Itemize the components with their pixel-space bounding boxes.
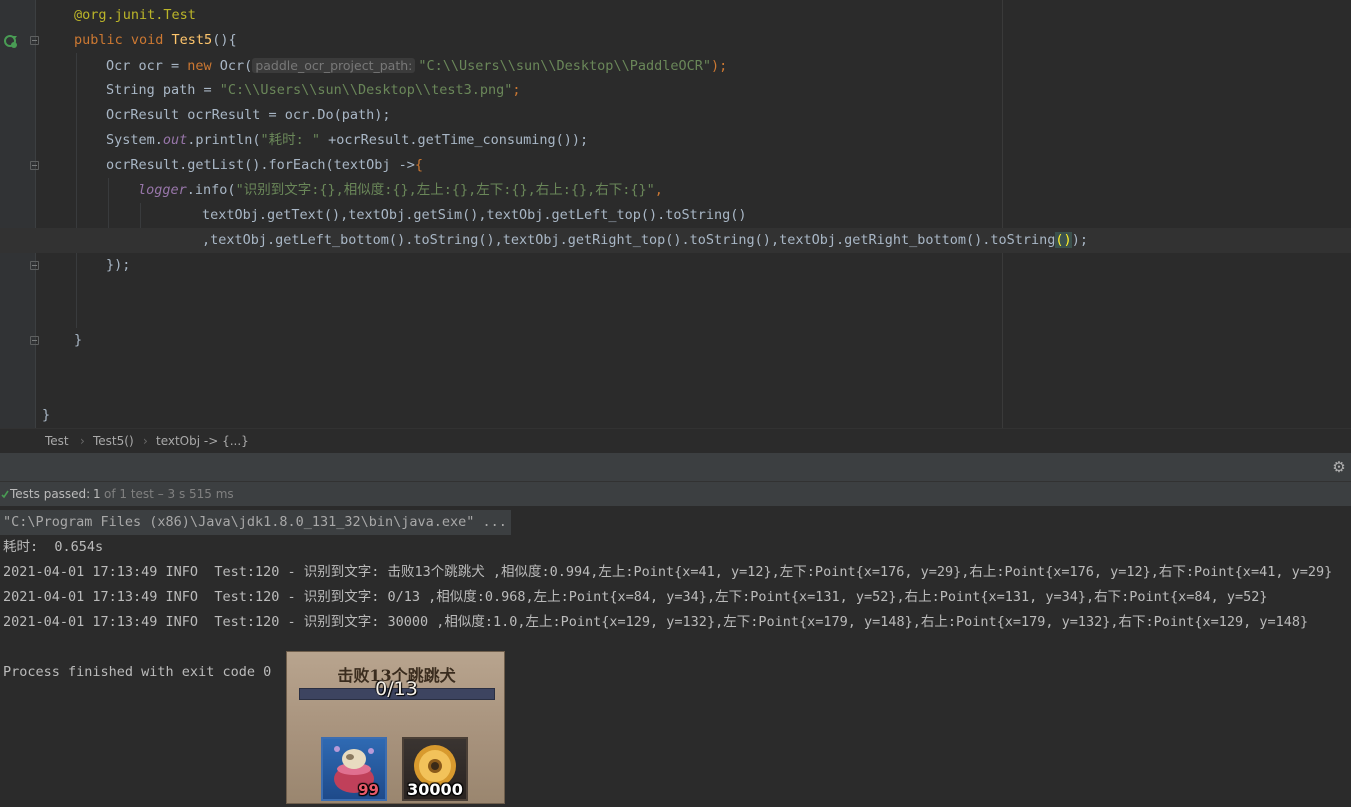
test-status-bar: Tests passed: 1 of 1 test – 3 s 515 ms (0, 481, 1351, 507)
code-line-4: String path = "C:\\Users\\sun\\Desktop\\… (0, 78, 1351, 103)
annotation: @org.junit.Test (74, 7, 196, 23)
code-text: (){ (212, 32, 237, 48)
code-text: ; (512, 82, 521, 98)
exit-line: Process finished with exit code 0 (3, 664, 272, 680)
check-icon (1, 490, 9, 499)
breadcrumb-separator: › (143, 434, 148, 448)
code-text: +ocrResult.getTime_consuming()); (319, 132, 589, 148)
breadcrumb-separator: › (80, 434, 85, 448)
time-output: 耗时: 0.654s (3, 539, 104, 555)
code-text: }); (106, 257, 131, 273)
code-line-2: public void Test5(){ (0, 28, 1351, 53)
command-line[interactable]: "C:\Program Files (x86)\Java\jdk1.8.0_13… (0, 510, 511, 535)
static-field: out (162, 132, 188, 148)
code-line-9: textObj.getText(),textObj.getSim(),textO… (0, 203, 1351, 228)
run-panel-header: ⚙ (0, 453, 1351, 481)
log-line: 2021-04-01 17:13:49 INFO Test:120 - 识别到文… (3, 589, 1268, 605)
breadcrumb-item-lambda[interactable]: textObj -> {...} (156, 429, 249, 453)
game-screenshot-image: 击败13个跳跳犬 0/13 99 30000 (286, 651, 505, 804)
reward-slot-item: 99 (321, 737, 387, 801)
code-text: .println( (187, 132, 261, 148)
tests-passed-label: Tests passed: (10, 487, 91, 501)
logger-field: logger (138, 182, 187, 198)
code-text: textObj.getText(),textObj.getSim(),textO… (202, 207, 747, 223)
string-literal: "C:\\Users\\sun\\Desktop\\test3.png" (219, 82, 513, 98)
string-literal: "耗时: " (260, 132, 320, 148)
breadcrumb-item-class[interactable]: Test (45, 429, 69, 453)
code-text: Ocr ocr = (106, 58, 188, 74)
code-line-1: @org.junit.Test (0, 3, 1351, 28)
code-text: ,textObj.getLeft_bottom().toString(),tex… (202, 232, 1056, 248)
code-text: ); (710, 58, 728, 74)
breadcrumb-item-method[interactable]: Test5() (93, 429, 134, 453)
tests-passed-count: 1 (93, 487, 101, 501)
code-text: ocrResult.getList().forEach(textObj -> (106, 157, 415, 173)
keyword: new (187, 58, 212, 74)
code-line-5: OcrResult ocrResult = ocr.Do(path); (0, 103, 1351, 128)
game-progress-text: 0/13 (375, 678, 418, 700)
gear-icon[interactable]: ⚙ (1331, 459, 1347, 475)
code-text: { (414, 157, 423, 173)
reward-slot-coins: 30000 (402, 737, 468, 801)
code-line-7: ocrResult.getList().forEach(textObj ->{ (0, 153, 1351, 178)
code-line-8: logger.info("识别到文字:{},相似度:{},左上:{},左下:{}… (0, 178, 1351, 203)
code-line-11: }); (0, 253, 1351, 278)
keyword: public void (74, 32, 172, 48)
slot-quantity: 99 (358, 781, 379, 799)
code-text: } (74, 332, 83, 348)
code-text: OcrResult ocrResult = ocr.Do(path); (106, 107, 391, 123)
code-text: Ocr( (211, 58, 253, 74)
log-line: 2021-04-01 17:13:49 INFO Test:120 - 识别到文… (3, 614, 1309, 630)
breadcrumb: Test › Test5() › textObj -> {...} (0, 428, 1351, 453)
method-name: Test5 (171, 32, 213, 48)
matched-paren: () (1055, 232, 1072, 248)
log-line: 2021-04-01 17:13:49 INFO Test:120 - 识别到文… (3, 564, 1333, 580)
code-text: .info( (186, 182, 236, 198)
code-text: , (654, 182, 663, 198)
string-literal: "识别到文字:{},相似度:{},左上:{},左下:{},右上:{},右下:{}… (235, 182, 655, 198)
console-output[interactable]: "C:\Program Files (x86)\Java\jdk1.8.0_13… (0, 508, 1351, 807)
code-text: } (42, 407, 51, 423)
code-line-10-current: ,textObj.getLeft_bottom().toString(),tex… (0, 228, 1351, 253)
parameter-hint: paddle_ocr_project_path: (252, 58, 416, 73)
test-duration: of 1 test – 3 s 515 ms (104, 487, 234, 501)
code-editor[interactable]: @org.junit.Test public void Test5(){ Ocr… (0, 0, 1351, 428)
code-line-17: } (0, 403, 1351, 428)
string-literal: "C:\\Users\\sun\\Desktop\\PaddleOCR" (418, 58, 711, 74)
code-line-14: } (0, 328, 1351, 353)
code-line-6: System.out.println("耗时: " +ocrResult.get… (0, 128, 1351, 153)
code-text: String path = (106, 82, 220, 98)
code-text: System. (106, 132, 163, 148)
code-line-3: Ocr ocr = new Ocr(paddle_ocr_project_pat… (0, 53, 1351, 78)
code-text: ); (1071, 232, 1088, 248)
slot-quantity: 30000 (407, 780, 463, 799)
